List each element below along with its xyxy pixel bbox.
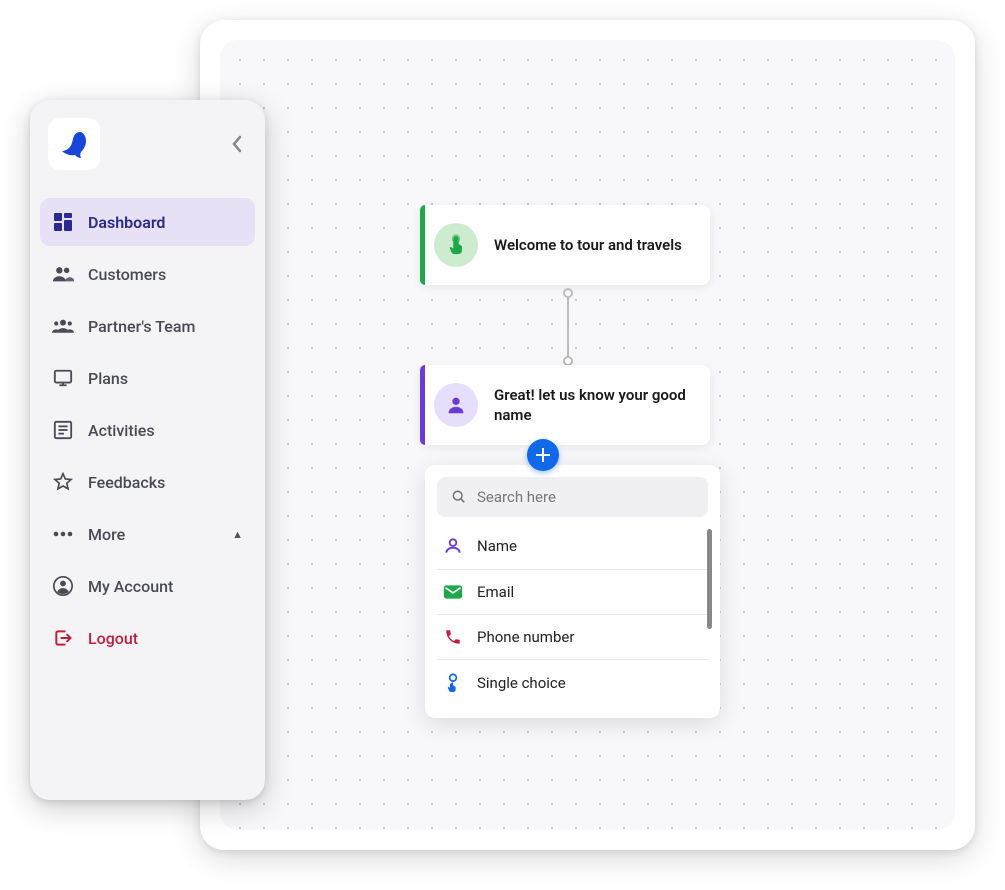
choice-icon	[443, 673, 463, 693]
phone-icon	[443, 628, 463, 646]
card-accent-green	[420, 205, 425, 285]
option-single-choice[interactable]: Single choice	[437, 660, 708, 706]
sidebar-item-label: Activities	[88, 421, 155, 440]
sidebar-item-label: Logout	[88, 629, 138, 648]
card-name-text: Great! let us know your good name	[494, 385, 692, 426]
search-icon	[451, 489, 467, 505]
flow-card-name[interactable]: Great! let us know your good name	[420, 365, 710, 445]
sidebar-item-label: Customers	[88, 265, 166, 284]
search-input[interactable]: Search here	[437, 477, 708, 517]
canvas-dotgrid[interactable]: Welcome to tour and travels Great! let u…	[220, 40, 955, 830]
canvas-panel: Welcome to tour and travels Great! let u…	[200, 20, 975, 850]
chevron-up-icon: ▲	[232, 528, 243, 541]
add-step-button[interactable]	[527, 439, 559, 471]
option-email[interactable]: Email	[437, 570, 708, 615]
feedbacks-icon	[52, 471, 74, 493]
chevron-left-icon	[231, 135, 243, 153]
sidebar: Dashboard Customers Partner's Team	[30, 100, 265, 800]
sidebar-item-activities[interactable]: Activities	[40, 406, 255, 454]
sidebar-item-label: More	[88, 525, 125, 544]
flow-card-welcome[interactable]: Welcome to tour and travels	[420, 205, 710, 285]
activities-icon	[52, 419, 74, 441]
sidebar-item-customers[interactable]: Customers	[40, 250, 255, 298]
sidebar-item-plans[interactable]: Plans	[40, 354, 255, 402]
sidebar-item-label: Feedbacks	[88, 473, 165, 492]
scrollbar[interactable]	[707, 529, 712, 629]
sidebar-item-label: Dashboard	[88, 213, 165, 232]
logout-icon	[52, 627, 74, 649]
account-icon	[52, 575, 74, 597]
sidebar-item-feedbacks[interactable]: Feedbacks	[40, 458, 255, 506]
app-logo[interactable]	[48, 118, 100, 170]
bird-logo-icon	[58, 128, 90, 160]
team-icon	[52, 315, 74, 337]
customers-icon	[52, 263, 74, 285]
nav-list: Dashboard Customers Partner's Team	[40, 198, 255, 662]
option-phone[interactable]: Phone number	[437, 615, 708, 660]
option-label: Phone number	[477, 628, 574, 646]
flow-connector	[563, 288, 573, 366]
sidebar-item-label: My Account	[88, 577, 173, 596]
more-icon	[52, 523, 74, 545]
tap-icon	[434, 223, 478, 267]
options-list: Name Email	[437, 523, 708, 706]
sidebar-item-logout[interactable]: Logout	[40, 614, 255, 662]
field-type-dropdown: Search here Name	[425, 465, 720, 718]
collapse-sidebar-button[interactable]	[227, 131, 247, 157]
option-label: Single choice	[477, 674, 566, 692]
sidebar-item-more[interactable]: More ▲	[40, 510, 255, 558]
sidebar-item-dashboard[interactable]: Dashboard	[40, 198, 255, 246]
sidebar-item-label: Partner's Team	[88, 317, 195, 336]
option-name[interactable]: Name	[437, 523, 708, 570]
plans-icon	[52, 367, 74, 389]
email-icon	[443, 584, 463, 600]
card-welcome-text: Welcome to tour and travels	[494, 235, 682, 255]
dashboard-icon	[52, 211, 74, 233]
option-label: Email	[477, 583, 514, 601]
sidebar-item-my-account[interactable]: My Account	[40, 562, 255, 610]
card-accent-purple	[420, 365, 425, 445]
search-placeholder: Search here	[477, 488, 556, 506]
option-label: Name	[477, 537, 517, 555]
name-icon	[443, 536, 463, 556]
sidebar-item-partners-team[interactable]: Partner's Team	[40, 302, 255, 350]
person-icon	[434, 383, 478, 427]
sidebar-item-label: Plans	[88, 369, 128, 388]
